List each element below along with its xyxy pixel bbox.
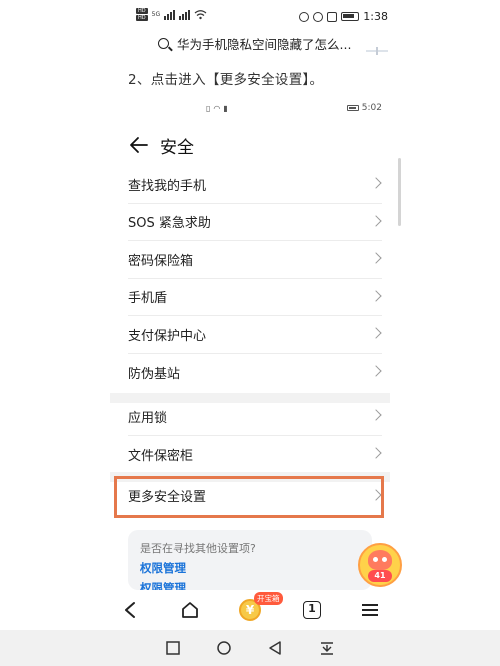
status-right: 1:38 [299, 10, 388, 23]
mascot-icon [368, 550, 392, 570]
chevron-right-icon [370, 177, 382, 189]
battery-icon [341, 12, 360, 21]
back-button[interactable] [114, 596, 146, 624]
home-circle-icon[interactable] [215, 640, 233, 656]
menu-icon [362, 601, 378, 619]
list-item-fake-base-station[interactable]: 防伪基站 [128, 354, 382, 392]
wifi-icon [194, 9, 207, 19]
list-item-payment-protection[interactable]: 支付保护中心 [128, 316, 382, 354]
inner-battery-icon [346, 105, 359, 111]
permission-link-2[interactable]: 权限管理 [140, 580, 186, 590]
sim-icon: ▯ [206, 104, 211, 113]
chevron-right-icon [370, 215, 382, 227]
sim-indicators: HD HD [136, 8, 148, 21]
page-title: 安全 [160, 138, 194, 158]
home-button[interactable] [174, 596, 206, 624]
security-group-2: 应用锁 文件保密柜 [128, 398, 382, 473]
browser-bottom-nav: ¥ 开宝箱 1 [0, 590, 500, 630]
status-time: 1:38 [363, 10, 388, 23]
scrollbar[interactable] [398, 158, 401, 226]
signal-icon [164, 9, 176, 20]
search-query[interactable]: 华为手机隐私空间隐藏了怎么... [177, 34, 351, 53]
home-icon [182, 602, 198, 618]
page-header: 安全 [110, 128, 390, 162]
hint-question: 是否在寻找其他设置项? [140, 542, 256, 555]
status-bar: HD HD 5G 1:38 [0, 0, 500, 30]
chevron-right-icon [370, 327, 382, 339]
row-label: 手机盾 [128, 291, 168, 307]
list-item-phone-shield[interactable]: 手机盾 [128, 279, 382, 316]
row-label: 防伪基站 [128, 366, 181, 382]
tabs-button[interactable]: 1 [296, 596, 328, 624]
chevron-right-icon [370, 290, 382, 302]
security-group-1: 查找我的手机 SOS 紧急求助 密码保险箱 手机盾 支付保护中心 防伪基站 [128, 166, 382, 391]
row-label: 支付保护中心 [128, 328, 207, 344]
list-item-password-vault[interactable]: 密码保险箱 [128, 241, 382, 279]
inner-wifi-icon: ◠ [213, 104, 221, 113]
menu-button[interactable] [354, 596, 386, 624]
chevron-right-icon [370, 252, 382, 264]
mascot-count: 41 [368, 570, 392, 582]
back-arrow-icon[interactable] [128, 134, 150, 156]
chevron-right-icon [370, 447, 382, 459]
permission-link[interactable]: 权限管理 [140, 560, 186, 576]
hide-nav-icon[interactable] [318, 640, 336, 656]
treasure-button[interactable]: ¥ 开宝箱 [234, 592, 283, 624]
chevron-right-icon [370, 365, 382, 377]
tabs-count: 1 [303, 601, 321, 619]
row-label: 文件保密柜 [128, 448, 194, 464]
list-item-find-phone[interactable]: 查找我的手机 [128, 166, 382, 204]
inner-signal-icon: ▮ [223, 104, 228, 113]
recent-apps-icon[interactable] [164, 640, 182, 656]
chevron-left-icon [125, 602, 135, 618]
vibrate-icon [327, 11, 338, 22]
treasure-badge: 开宝箱 [254, 592, 283, 605]
highlight-box [114, 476, 384, 518]
system-nav-bar [0, 630, 500, 666]
search-bar[interactable]: 华为手机隐私空间隐藏了怎么... [158, 34, 351, 53]
inner-time: 5:02 [361, 103, 382, 113]
list-item-sos[interactable]: SOS 紧急求助 [128, 204, 382, 241]
settings-hint-card: 是否在寻找其他设置项? 权限管理 权限管理 [128, 530, 372, 590]
list-item-app-lock[interactable]: 应用锁 [128, 398, 382, 436]
signal-icon-2 [179, 9, 191, 20]
row-label: 应用锁 [128, 410, 168, 426]
row-label: SOS 紧急求助 [128, 216, 211, 232]
sim1-label: HD [136, 8, 148, 14]
row-label: 密码保险箱 [128, 253, 194, 269]
sim2-label: HD [136, 15, 148, 21]
inner-status-right: 5:02 [346, 103, 382, 113]
nfc-icon [299, 11, 310, 22]
chevron-right-icon [370, 409, 382, 421]
status-left: HD HD 5G [136, 8, 207, 21]
search-icon [158, 38, 169, 49]
floating-mascot-button[interactable]: 41 [358, 543, 402, 587]
network-label: 5G [151, 11, 161, 18]
search-divider [366, 47, 388, 55]
alarm-icon [313, 11, 324, 22]
back-triangle-icon[interactable] [266, 640, 284, 656]
inner-status-icons: ▯ ◠ ▮ [206, 104, 228, 113]
list-item-file-safe[interactable]: 文件保密柜 [128, 436, 382, 474]
instruction-text: 2、点击进入【更多安全设置】。 [128, 72, 324, 88]
inner-status-bar: ▯ ◠ ▮ 5:02 [110, 96, 390, 122]
row-label: 查找我的手机 [128, 178, 207, 194]
